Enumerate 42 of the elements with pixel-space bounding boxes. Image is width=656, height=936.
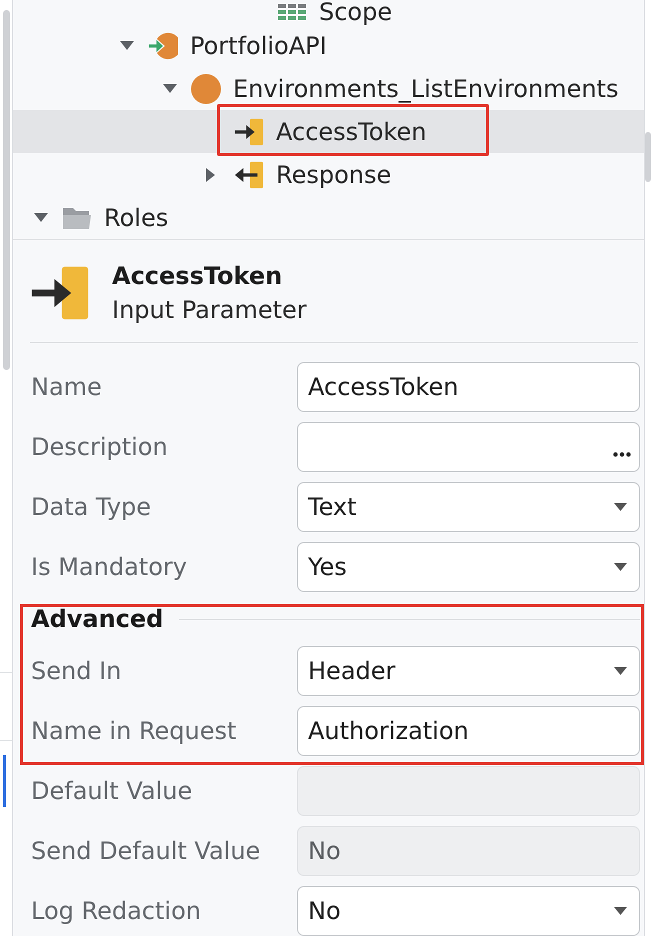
tree-item[interactable]: Scope [13, 0, 644, 24]
arrow-in-icon [234, 116, 264, 146]
caret-icon[interactable] [206, 168, 215, 182]
tree-item[interactable]: Response [13, 153, 644, 196]
field-label: Name [31, 373, 103, 401]
selection-indicator [3, 755, 6, 807]
tree-item[interactable]: PortfolioAPI [13, 24, 644, 67]
dropdown-field[interactable]: Yes [297, 542, 640, 592]
caret-icon[interactable] [34, 213, 48, 222]
dropdown-field[interactable]: Header [297, 646, 640, 696]
input-field[interactable] [297, 422, 640, 472]
caret-icon [614, 563, 627, 571]
item-title: AccessToken [112, 261, 284, 292]
field-label: Send In [31, 657, 122, 685]
field-label: Description [31, 433, 169, 461]
input-field[interactable]: AccessToken [297, 362, 640, 412]
item-type-label: Input Parameter [112, 295, 307, 326]
input-field[interactable]: Authorization [297, 706, 640, 756]
caret-icon [614, 503, 627, 511]
caret-icon [614, 667, 627, 675]
dropdown-field[interactable]: Text [297, 482, 640, 532]
field-label: Name in Request [31, 717, 238, 745]
tree-item[interactable]: Environments_ListEnvironments [13, 67, 644, 110]
field-label: Log Redaction [31, 897, 202, 925]
section-heading: Advanced [31, 605, 164, 633]
more-button[interactable] [613, 452, 631, 456]
field-label: Is Mandatory [31, 553, 188, 581]
scrollbar-thumb[interactable] [3, 10, 10, 370]
scrollbar-thumb[interactable] [645, 132, 651, 182]
circle-icon [191, 74, 221, 104]
caret-icon[interactable] [163, 84, 177, 93]
arrow-circle-icon [148, 30, 178, 60]
field-label: Send Default Value [31, 837, 262, 865]
caret-icon[interactable] [120, 41, 134, 50]
tree-item[interactable]: Roles [13, 196, 644, 239]
tree-item[interactable]: AccessToken [13, 110, 644, 153]
ellipsis-icon [613, 452, 631, 456]
caret-icon [614, 907, 627, 915]
field-label: Default Value [31, 777, 194, 805]
field-label: Data Type [31, 493, 152, 521]
arrow-out-icon [234, 160, 264, 190]
dropdown-field[interactable]: No [297, 886, 640, 936]
